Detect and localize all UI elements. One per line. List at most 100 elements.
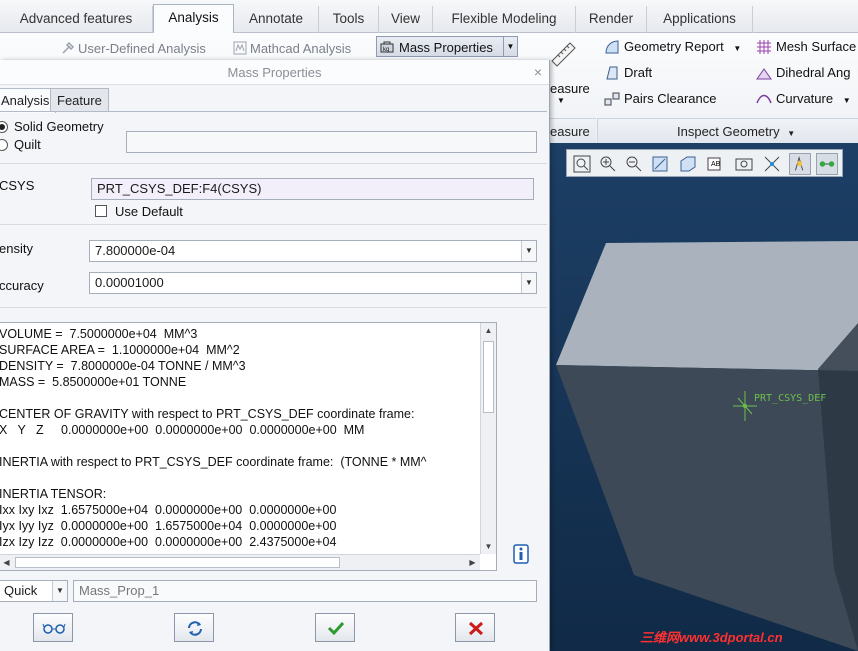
- repeat-button[interactable]: [174, 613, 214, 642]
- accuracy-combo[interactable]: 0.00001000 ▼: [89, 272, 537, 294]
- scroll-left-icon[interactable]: ◀: [0, 555, 14, 570]
- horizontal-scrollbar[interactable]: ◀ ▶: [0, 554, 480, 570]
- draft-button[interactable]: Draft: [604, 62, 652, 84]
- cancel-button[interactable]: [455, 613, 495, 642]
- accuracy-value: 0.00001000: [95, 275, 164, 290]
- user-defined-analysis-button[interactable]: User-Defined Analysis: [58, 38, 206, 59]
- user-defined-analysis-icon: [62, 41, 75, 54]
- vertical-scroll-thumb[interactable]: [483, 341, 494, 413]
- geometry-report-icon: [605, 40, 619, 54]
- draft-icon: [606, 66, 618, 80]
- measure-group-footer[interactable]: easure: [548, 118, 596, 143]
- watermark-text: 三维网www.3dportal.cn: [640, 630, 783, 645]
- pairs-clearance-button[interactable]: Pairs Clearance: [604, 88, 717, 110]
- csys-selection-field[interactable]: PRT_CSYS_DEF:F4(CSYS): [91, 178, 534, 200]
- tab-analysis[interactable]: Analysis: [153, 4, 234, 34]
- mode-dropdown-icon[interactable]: ▼: [52, 581, 67, 601]
- svg-text:kg: kg: [383, 47, 389, 53]
- dihedral-angle-label: Dihedral Ang: [776, 65, 851, 80]
- use-default-label[interactable]: Use Default: [115, 204, 183, 219]
- measure-label[interactable]: easure: [550, 81, 590, 96]
- scroll-down-icon[interactable]: ▼: [481, 539, 496, 554]
- dihedral-angle-button[interactable]: Dihedral Ang: [756, 62, 850, 84]
- tab-advanced-features[interactable]: Advanced features: [0, 6, 153, 33]
- glasses-icon: [42, 623, 66, 634]
- results-text-area[interactable]: VOLUME = 7.5000000e+04 MM^3 SURFACE AREA…: [0, 322, 497, 571]
- accuracy-label: ccuracy: [0, 278, 44, 293]
- checkmark-icon: [327, 621, 345, 636]
- csys-label[interactable]: PRT_CSYS_DEF: [754, 393, 826, 404]
- mesh-surface-button[interactable]: Mesh Surface: [756, 36, 856, 58]
- separator: [0, 307, 547, 308]
- result-line: DENSITY = 7.8000000e-04 TONNE / MM^3: [0, 359, 246, 373]
- inspect-geometry-footer[interactable]: Inspect Geometry ▼: [597, 118, 858, 143]
- tab-annotate[interactable]: Annotate: [234, 6, 319, 33]
- density-dropdown-icon[interactable]: ▼: [521, 241, 536, 261]
- vertical-scrollbar[interactable]: ▲ ▼: [480, 323, 496, 554]
- curvature-button[interactable]: Curvature ▼: [756, 88, 851, 110]
- horizontal-scroll-thumb[interactable]: [15, 557, 340, 568]
- density-value: 7.800000e-04: [95, 243, 176, 258]
- inspect-geometry-dropdown-icon: ▼: [787, 129, 796, 138]
- tab-analysis-dialog[interactable]: Analysis: [0, 88, 57, 113]
- preview-button[interactable]: [33, 613, 73, 642]
- dihedral-angle-icon: [756, 68, 772, 80]
- mathcad-icon: [233, 41, 247, 55]
- graphics-viewport[interactable]: AB PRT_CSYS_DEF 三维网www.3dportal.cn: [548, 143, 858, 651]
- mode-combo[interactable]: Quick ▼: [0, 580, 68, 602]
- separator: [0, 224, 547, 225]
- curvature-dropdown-icon[interactable]: ▼: [843, 96, 851, 105]
- ruler-icon[interactable]: [548, 39, 578, 69]
- quilt-radio[interactable]: [0, 139, 8, 151]
- mathcad-analysis-button[interactable]: Mathcad Analysis: [230, 38, 351, 59]
- result-line: Izx Izy Izz 0.0000000e+00 0.0000000e+00 …: [0, 535, 337, 549]
- geometry-report-dropdown-icon[interactable]: ▼: [733, 44, 741, 53]
- density-label: ensity: [0, 241, 33, 256]
- tab-view[interactable]: View: [379, 6, 433, 33]
- mass-properties-button[interactable]: kg Mass Properties ▼: [376, 36, 518, 57]
- result-line: Iyx Iyy Iyz 0.0000000e+00 1.6575000e+04 …: [0, 519, 337, 533]
- mass-properties-label: Mass Properties: [399, 40, 493, 55]
- solid-geometry-radio[interactable]: [0, 121, 8, 133]
- quilt-selection-field[interactable]: [126, 131, 537, 153]
- analysis-name-field[interactable]: Mass_Prop_1: [73, 580, 537, 602]
- quilt-label[interactable]: Quilt: [14, 137, 41, 152]
- mass-properties-icon: kg: [380, 41, 394, 53]
- dialog-titlebar[interactable]: Mass Properties ×: [0, 60, 549, 85]
- mass-properties-dropdown[interactable]: ▼: [502, 37, 517, 56]
- mesh-surface-label: Mesh Surface: [776, 39, 857, 54]
- ok-button[interactable]: [315, 613, 355, 642]
- mass-properties-dialog: Mass Properties × Analysis Feature Solid…: [0, 60, 550, 651]
- geometry-report-label: Geometry Report: [624, 39, 724, 54]
- inspect-geometry-label: Inspect Geometry: [677, 124, 780, 139]
- tab-tools[interactable]: Tools: [319, 6, 379, 33]
- tab-divider: [0, 111, 547, 112]
- result-line: Ixx Ixy Ixz 1.6575000e+04 0.0000000e+00 …: [0, 503, 337, 517]
- csys-triad-icon[interactable]: [730, 386, 760, 426]
- measure-dropdown-icon[interactable]: ▼: [557, 96, 565, 105]
- solid-geometry-label[interactable]: Solid Geometry: [14, 119, 104, 134]
- tab-applications[interactable]: Applications: [647, 6, 753, 33]
- dialog-close-button[interactable]: ×: [534, 60, 542, 85]
- result-line: X Y Z 0.0000000e+00 0.0000000e+00 0.0000…: [0, 423, 365, 437]
- scroll-up-icon[interactable]: ▲: [481, 323, 496, 338]
- draft-label: Draft: [624, 65, 653, 80]
- curvature-label: Curvature: [776, 91, 834, 106]
- tab-flexible-modeling[interactable]: Flexible Modeling: [433, 6, 576, 33]
- tab-feature[interactable]: Feature: [50, 88, 109, 112]
- geometry-report-button[interactable]: Geometry Report ▼: [604, 36, 741, 58]
- accuracy-dropdown-icon[interactable]: ▼: [521, 273, 536, 293]
- use-default-checkbox[interactable]: [95, 205, 107, 217]
- result-line: SURFACE AREA = 1.1000000e+04 MM^2: [0, 343, 240, 357]
- result-line: MASS = 5.8500000e+01 TONNE: [0, 375, 187, 389]
- density-combo[interactable]: 7.800000e-04 ▼: [89, 240, 537, 262]
- user-defined-analysis-label: User-Defined Analysis: [78, 41, 206, 56]
- scroll-right-icon[interactable]: ▶: [465, 555, 480, 570]
- repeat-icon: [188, 621, 202, 636]
- mesh-surface-icon: [757, 40, 771, 54]
- mathcad-analysis-label: Mathcad Analysis: [250, 41, 352, 56]
- close-icon: [468, 621, 484, 636]
- mode-value: Quick: [4, 583, 38, 598]
- tab-render[interactable]: Render: [576, 6, 647, 33]
- info-icon[interactable]: [513, 544, 529, 564]
